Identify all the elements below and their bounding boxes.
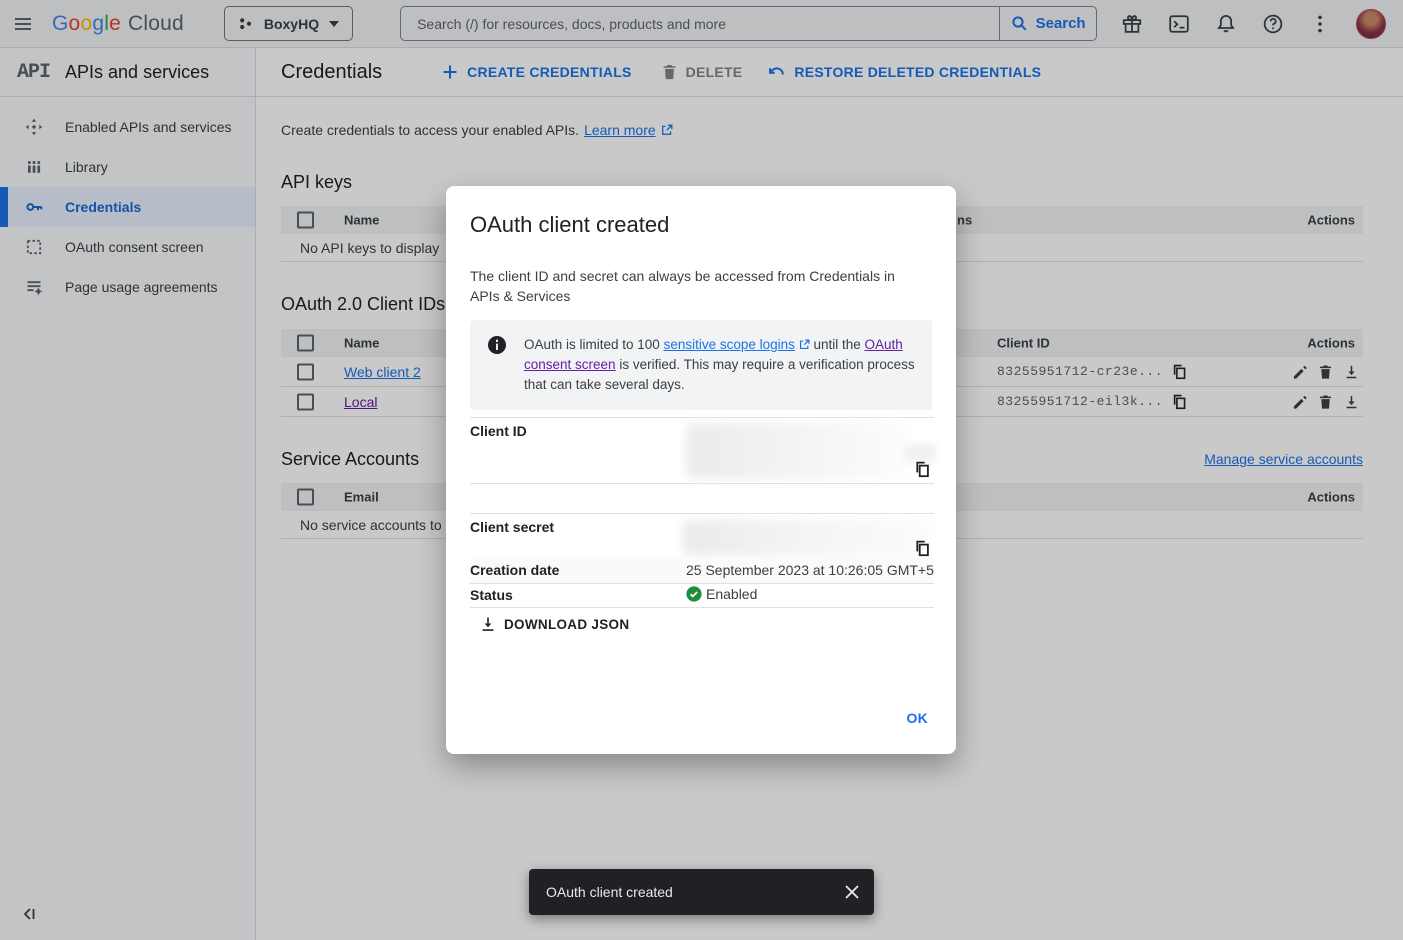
notice-text: OAuth is limited to 100 sensitive scope … — [524, 335, 916, 395]
ok-button[interactable]: OK — [907, 710, 929, 726]
status-label: Status — [470, 587, 513, 603]
sensitive-scope-logins-link[interactable]: sensitive scope logins — [664, 337, 795, 352]
creation-date-label: Creation date — [470, 562, 559, 578]
info-icon — [487, 335, 507, 355]
snackbar: OAuth client created — [529, 869, 874, 915]
download-json-button[interactable]: DOWNLOAD JSON — [480, 616, 629, 633]
client-secret-redacted-value — [682, 520, 932, 556]
copy-client-id-icon[interactable] — [914, 461, 931, 478]
status-badge: Enabled — [686, 586, 757, 602]
divider — [470, 607, 934, 608]
download-icon — [480, 616, 496, 633]
dialog-notice: OAuth is limited to 100 sensitive scope … — [470, 320, 932, 410]
snackbar-message: OAuth client created — [546, 884, 673, 900]
dialog-body-text: The client ID and secret can always be a… — [470, 266, 920, 306]
close-icon[interactable] — [843, 883, 861, 901]
divider — [470, 483, 934, 484]
external-link-icon — [799, 339, 810, 350]
dialog-title: OAuth client created — [470, 212, 669, 238]
check-circle-icon — [686, 586, 702, 602]
client-id-redacted-value — [686, 423, 908, 479]
divider — [470, 417, 934, 418]
divider — [470, 513, 934, 514]
client-secret-label: Client secret — [470, 519, 554, 535]
creation-date-value: 25 September 2023 at 10:26:05 GMT+5 — [686, 562, 934, 578]
client-id-label: Client ID — [470, 423, 527, 439]
oauth-client-created-dialog: OAuth client created The client ID and s… — [446, 186, 956, 754]
client-id-redacted-value — [904, 444, 936, 462]
divider — [470, 583, 934, 584]
copy-client-secret-icon[interactable] — [914, 540, 931, 557]
